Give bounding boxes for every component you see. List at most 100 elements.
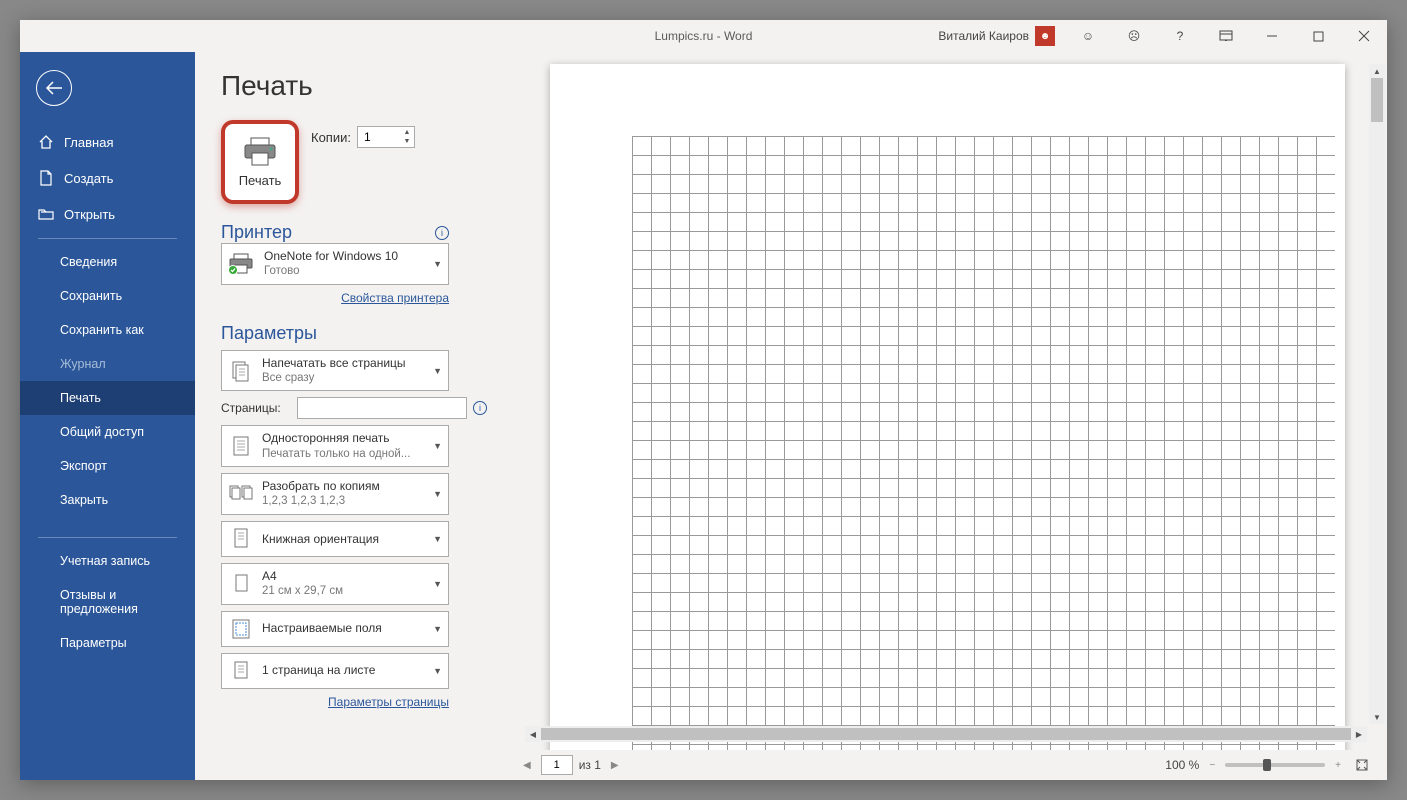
prev-page-button[interactable]: ◀: [519, 760, 535, 771]
info-icon[interactable]: i: [435, 226, 449, 240]
margins-select[interactable]: Настраиваемые поля ▼: [221, 611, 449, 647]
sidebar-item-label: Журнал: [60, 357, 106, 371]
collate-select[interactable]: Разобрать по копиям 1,2,3 1,2,3 1,2,3 ▼: [221, 473, 449, 515]
orientation-select[interactable]: Книжная ориентация ▼: [221, 521, 449, 557]
chevron-down-icon: ▼: [433, 534, 442, 544]
sidebar-item-close[interactable]: Закрыть: [20, 483, 195, 517]
vertical-scrollbar[interactable]: ▲ ▼: [1369, 64, 1385, 724]
new-icon: [38, 170, 54, 186]
dd-label: Настраиваемые поля: [262, 620, 425, 636]
pages-per-sheet-select[interactable]: 1 страница на листе ▼: [221, 653, 449, 689]
scroll-down-button[interactable]: ▼: [1369, 710, 1385, 724]
page-title: Печать: [221, 70, 487, 102]
preview-page: [550, 64, 1345, 750]
dd-label: Книжная ориентация: [262, 531, 425, 547]
copies-label: Копии:: [311, 130, 351, 145]
printer-heading: Принтер: [221, 222, 292, 243]
scroll-up-button[interactable]: ▲: [1369, 64, 1385, 78]
sidebar-item-account[interactable]: Учетная запись: [20, 544, 195, 578]
scroll-thumb[interactable]: [1371, 78, 1383, 122]
home-icon: [38, 134, 54, 150]
minimize-button[interactable]: [1249, 20, 1295, 52]
sidebar-item-label: Отзывы и предложения: [60, 588, 179, 616]
print-side-select[interactable]: Односторонняя печать Печатать только на …: [221, 425, 449, 467]
user-info[interactable]: Виталий Каиров ☻: [938, 26, 1055, 46]
scroll-thumb[interactable]: [541, 728, 1351, 740]
avatar-icon: ☻: [1035, 26, 1055, 46]
collate-icon: [228, 481, 254, 507]
zoom-in-button[interactable]: +: [1331, 760, 1345, 771]
sidebar-item-info[interactable]: Сведения: [20, 245, 195, 279]
printer-select[interactable]: OneNote for Windows 10 Готово ▼: [221, 243, 449, 285]
sidebar-item-saveas[interactable]: Сохранить как: [20, 313, 195, 347]
chevron-down-icon: ▼: [433, 366, 442, 376]
sidebar-item-label: Печать: [60, 391, 101, 405]
sidebar-item-export[interactable]: Экспорт: [20, 449, 195, 483]
sidebar-item-print[interactable]: Печать: [20, 381, 195, 415]
smile-icon[interactable]: ☺: [1065, 20, 1111, 52]
user-name: Виталий Каиров: [938, 29, 1029, 43]
maximize-button[interactable]: [1295, 20, 1341, 52]
title-bar: Lumpics.ru - Word Виталий Каиров ☻ ☺ ☹ ?: [20, 20, 1387, 52]
print-button[interactable]: Печать: [221, 120, 299, 204]
sidebar-item-label: Создать: [64, 171, 113, 186]
sidebar-item-label: Сохранить: [60, 289, 122, 303]
zoom-handle[interactable]: [1263, 759, 1271, 771]
copies-input[interactable]: 1 ▲ ▼: [357, 126, 415, 148]
print-range-select[interactable]: Напечатать все страницы Все сразу ▼: [221, 350, 449, 392]
scroll-right-button[interactable]: ▶: [1351, 726, 1367, 742]
per-sheet-icon: [228, 658, 254, 684]
back-button[interactable]: [36, 70, 72, 106]
sidebar-item-label: Сохранить как: [60, 323, 144, 337]
window-title: Lumpics.ru - Word: [655, 29, 753, 43]
sad-icon[interactable]: ☹: [1111, 20, 1157, 52]
sidebar-item-label: Сведения: [60, 255, 117, 269]
close-button[interactable]: [1341, 20, 1387, 52]
parameters-heading: Параметры: [221, 323, 487, 344]
pages-input[interactable]: [297, 397, 467, 419]
fit-page-button[interactable]: [1351, 758, 1373, 772]
margins-icon: [228, 616, 254, 642]
chevron-down-icon: ▼: [433, 441, 442, 451]
scroll-left-button[interactable]: ◀: [525, 726, 541, 742]
oneside-icon: [228, 433, 254, 459]
dd-label: Односторонняя печать: [262, 430, 425, 446]
sidebar-item-label: Параметры: [60, 636, 127, 650]
printer-properties-link[interactable]: Свойства принтера: [221, 291, 449, 305]
grid-content: [632, 136, 1335, 750]
horizontal-scrollbar[interactable]: ◀ ▶: [525, 726, 1367, 742]
copies-down-button[interactable]: ▼: [401, 137, 413, 146]
dd-sublabel: 21 см x 29,7 см: [262, 584, 425, 600]
ribbon-options-icon[interactable]: [1203, 20, 1249, 52]
print-settings-panel: Печать Печать Копии: 1 ▲ ▼: [195, 52, 505, 780]
pages-icon: [228, 358, 254, 384]
sidebar-item-feedback[interactable]: Отзывы и предложения: [20, 578, 195, 626]
sidebar-item-open[interactable]: Открыть: [20, 196, 195, 232]
page-setup-link[interactable]: Параметры страницы: [221, 695, 449, 709]
open-icon: [38, 206, 54, 222]
portrait-icon: [228, 526, 254, 552]
info-icon[interactable]: i: [473, 401, 487, 415]
print-preview: ▲ ▼ ◀ ▶ ◀ из 1 ▶ 100 %: [505, 52, 1387, 780]
sidebar-item-save[interactable]: Сохранить: [20, 279, 195, 313]
sidebar-item-label: Экспорт: [60, 459, 107, 473]
dd-label: Напечатать все страницы: [262, 355, 425, 371]
next-page-button[interactable]: ▶: [607, 760, 623, 771]
printer-status: Готово: [264, 264, 425, 280]
printer-device-icon: [228, 253, 256, 275]
chevron-down-icon: ▼: [433, 666, 442, 676]
page-number-input[interactable]: [541, 755, 573, 775]
sidebar-item-share[interactable]: Общий доступ: [20, 415, 195, 449]
sidebar-item-options[interactable]: Параметры: [20, 626, 195, 660]
chevron-down-icon: ▼: [433, 624, 442, 634]
zoom-out-button[interactable]: −: [1205, 760, 1219, 771]
copies-up-button[interactable]: ▲: [401, 128, 413, 137]
sidebar-item-label: Общий доступ: [60, 425, 144, 439]
sidebar-item-home[interactable]: Главная: [20, 124, 195, 160]
help-icon[interactable]: ?: [1157, 20, 1203, 52]
sidebar-item-new[interactable]: Создать: [20, 160, 195, 196]
sidebar-item-history: Журнал: [20, 347, 195, 381]
zoom-slider[interactable]: [1225, 763, 1325, 767]
preview-footer: ◀ из 1 ▶ 100 % − +: [505, 750, 1387, 780]
paper-size-select[interactable]: A4 21 см x 29,7 см ▼: [221, 563, 449, 605]
